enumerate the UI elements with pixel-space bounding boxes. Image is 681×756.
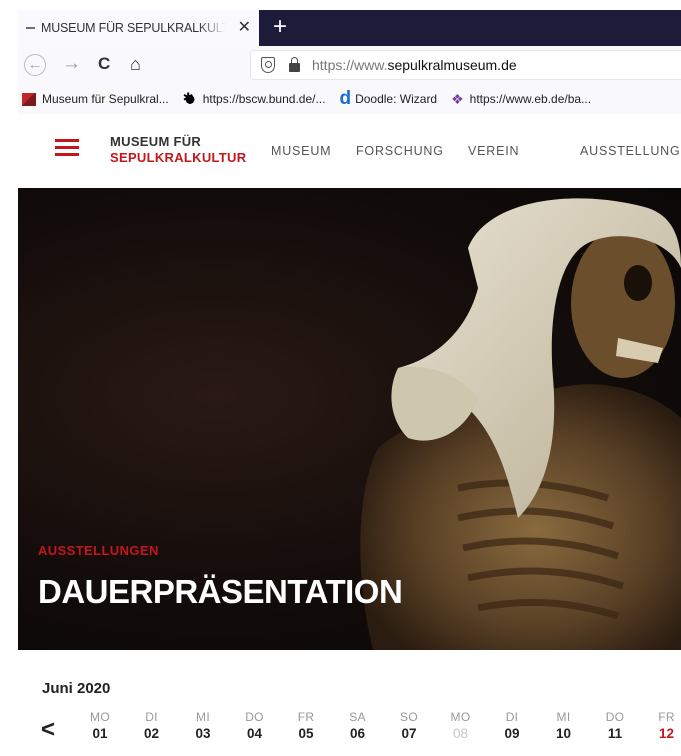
menu-icon[interactable] [55,139,79,157]
calendar-weekday: SO [400,710,418,724]
hero-category-label[interactable]: AUSSTELLUNGEN [38,543,159,558]
tab-close-icon[interactable]: ✕ [238,18,251,38]
calendar-day[interactable]: MI 03 [183,710,223,741]
calendar-weekday: DI [145,710,158,724]
calendar-date: 08 [452,726,469,741]
forward-button[interactable]: → [62,53,81,75]
calendar-day[interactable]: MO 01 [80,710,120,741]
calendar-day[interactable]: DO 04 [235,710,275,741]
hero-title[interactable]: DAUERPRÄSENTATION [38,573,403,611]
calendar-day[interactable]: SO 07 [389,710,429,741]
federal-eagle-icon [182,90,197,106]
nav-item-ausstellungen[interactable]: AUSSTELLUNGEN [580,144,681,158]
bookmark-item[interactable]: d Doodle: Wizard [339,88,437,109]
calendar-month: Juni 2020 [42,680,111,697]
calendar-date: 04 [246,726,263,741]
calendar-weekday: FR [658,710,675,724]
calendar-prev-button[interactable]: < [41,716,55,744]
calendar-weekday: MI [556,710,571,724]
browser-tab-active[interactable]: MUSEUM FÜR SEPULKRALKULTUR ✕ [18,10,259,46]
nav-item-verein[interactable]: VEREIN [468,144,519,158]
calendar-date: 10 [555,726,572,741]
calendar-weekday: DO [245,710,264,724]
calendar-day[interactable]: SA 06 [338,710,378,741]
calendar-day[interactable]: FR 12 [647,710,681,741]
bookmark-item[interactable]: Museum für Sepulkral... [18,92,169,106]
calendar-weekday: MI [196,710,210,724]
logo-line-1: MUSEUM FÜR [110,134,202,149]
calendar-date: 09 [504,726,520,741]
home-button[interactable]: ⌂ [130,53,141,75]
museum-favicon-icon [22,92,36,106]
logo-line-2: SEPULKRALKULTUR [110,150,247,165]
calendar-day[interactable]: DI 09 [492,710,532,741]
bookmark-item[interactable]: ❖ https://www.eb.de/ba... [451,92,591,106]
calendar-date: 02 [143,726,160,741]
calendar-date: 06 [349,726,366,741]
lock-icon[interactable] [289,57,300,72]
calendar-date: 05 [298,726,314,741]
calendar-day[interactable]: FR 05 [286,710,326,741]
calendar-date: 12 [658,726,675,741]
calendar-date: 11 [607,726,623,741]
calendar-day[interactable]: DI 02 [132,710,172,741]
url-text[interactable]: https://www.sepulkralmuseum.de [312,57,517,73]
reload-button[interactable]: C [98,53,110,75]
calendar-weekday: FR [297,710,315,724]
calendar-weekday: SA [349,710,366,724]
hero-banner[interactable]: AUSSTELLUNGEN DAUERPRÄSENTATION [18,188,681,650]
nav-item-museum[interactable]: MUSEUM [271,144,331,158]
tab-title: MUSEUM FÜR SEPULKRALKULTUR [41,21,226,35]
calendar-day[interactable]: MI 10 [544,710,584,741]
calendar-weekday: MO [450,710,471,724]
navigation-toolbar: ← → C ⌂ https://www.sepulkralmuseum.de [18,46,681,84]
event-calendar: Juni 2020 < MO 01 DI 02 MI 03 DO 04 FR 05 SA 06 SO 07… [18,650,681,756]
calendar-date: 01 [92,726,108,741]
nav-item-forschung[interactable]: FORSCHUNG [356,144,444,158]
calendar-day: MO 08 [441,710,481,741]
site-header: MUSEUM FÜR SEPULKRALKULTUR MUSEUM FORSCH… [18,114,681,188]
tab-bar: MUSEUM FÜR SEPULKRALKULTUR ✕ + [18,10,681,46]
tab-favicon-icon [26,27,35,29]
tracking-protection-icon[interactable] [261,57,275,73]
eb-icon: ❖ [451,91,464,107]
site-logo[interactable]: MUSEUM FÜR SEPULKRALKULTUR [110,134,246,166]
doodle-icon: d [339,88,352,109]
window-edge [0,0,18,756]
calendar-date: 07 [401,726,417,741]
bookmark-item[interactable]: https://bscw.bund.de/... [182,90,325,106]
back-button[interactable]: ← [24,54,46,76]
url-bar[interactable]: https://www.sepulkralmuseum.de [250,50,681,80]
bookmarks-toolbar: Museum für Sepulkral... https://bscw.bun… [18,84,681,114]
calendar-date: 03 [195,726,211,741]
calendar-weekday: DI [505,710,519,724]
new-tab-button[interactable]: + [273,13,287,41]
calendar-day[interactable]: DO 11 [595,710,635,741]
calendar-weekday: MO [90,710,110,724]
calendar-weekday: DO [605,710,625,724]
